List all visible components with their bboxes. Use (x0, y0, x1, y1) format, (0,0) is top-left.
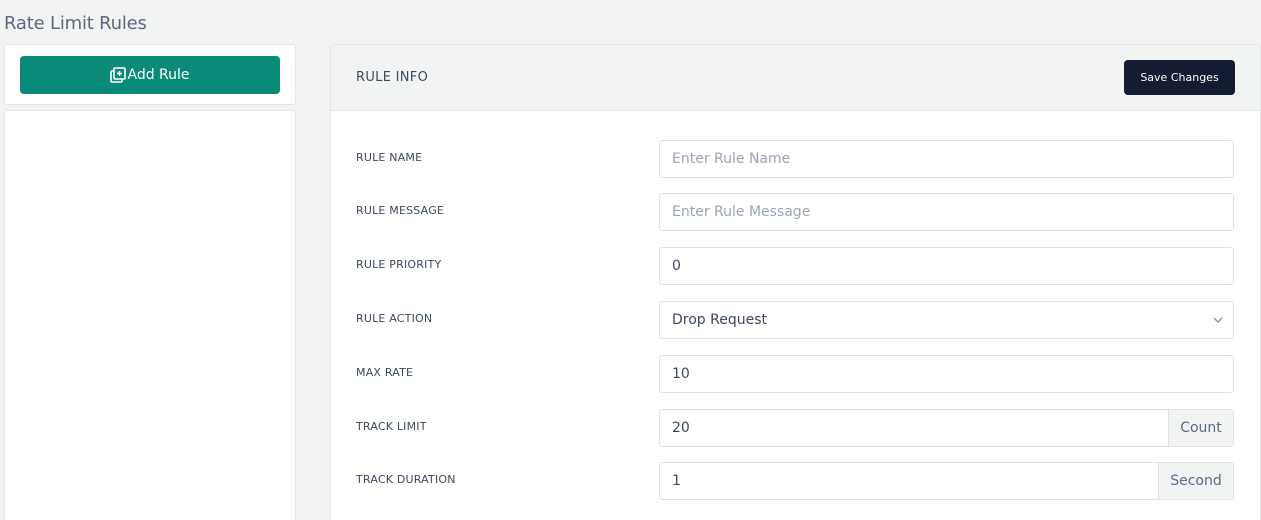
max-rate-input[interactable]: 10 (659, 355, 1234, 393)
track-limit-input[interactable]: 20 Count (659, 409, 1234, 447)
save-changes-button[interactable]: Save Changes (1124, 60, 1235, 95)
track-duration-label: TRACK DURATION (356, 473, 456, 486)
panel-title: RULE INFO (356, 70, 429, 85)
track-limit-unit: Count (1168, 410, 1233, 446)
track-duration-row: TRACK DURATION 1 Second (331, 462, 1261, 500)
sidebar-header: Add Rule (4, 44, 296, 105)
rule-message-row: RULE MESSAGE Enter Rule Message (331, 193, 1261, 231)
page-title: Rate Limit Rules (4, 13, 147, 34)
rule-action-label: RULE ACTION (356, 312, 433, 325)
max-rate-row: MAX RATE 10 (331, 355, 1261, 393)
rule-message-placeholder: Enter Rule Message (672, 204, 811, 220)
track-limit-row: TRACK LIMIT 20 Count (331, 409, 1261, 447)
add-box-icon (110, 67, 127, 83)
rule-priority-label: RULE PRIORITY (356, 258, 442, 271)
rule-name-label: RULE NAME (356, 151, 423, 164)
rule-priority-value: 0 (672, 258, 681, 274)
rule-priority-row: RULE PRIORITY 0 (331, 247, 1261, 285)
rule-name-row: RULE NAME Enter Rule Name (331, 140, 1261, 178)
rule-priority-input[interactable]: 0 (659, 247, 1234, 285)
rule-message-label: RULE MESSAGE (356, 204, 445, 217)
add-rule-button[interactable]: Add Rule (20, 56, 280, 94)
rule-list (4, 110, 296, 520)
track-duration-value: 1 (672, 473, 681, 489)
add-rule-label: Add Rule (127, 67, 190, 83)
rule-action-row: RULE ACTION Drop Request (331, 301, 1261, 339)
rule-action-value: Drop Request (672, 312, 767, 328)
rule-name-input[interactable]: Enter Rule Name (659, 140, 1234, 178)
rule-info-panel: RULE INFO Save Changes RULE NAME Enter R… (330, 44, 1261, 520)
track-duration-input[interactable]: 1 Second (659, 462, 1234, 500)
track-limit-value: 20 (672, 420, 690, 436)
track-limit-label: TRACK LIMIT (356, 420, 427, 433)
rule-action-select[interactable]: Drop Request (659, 301, 1234, 339)
track-duration-unit: Second (1158, 463, 1233, 499)
rule-name-placeholder: Enter Rule Name (672, 151, 791, 167)
max-rate-label: MAX RATE (356, 366, 414, 379)
rule-message-input[interactable]: Enter Rule Message (659, 193, 1234, 231)
chevron-down-icon (1203, 302, 1233, 338)
panel-header: RULE INFO Save Changes (331, 45, 1260, 111)
max-rate-value: 10 (672, 366, 690, 382)
